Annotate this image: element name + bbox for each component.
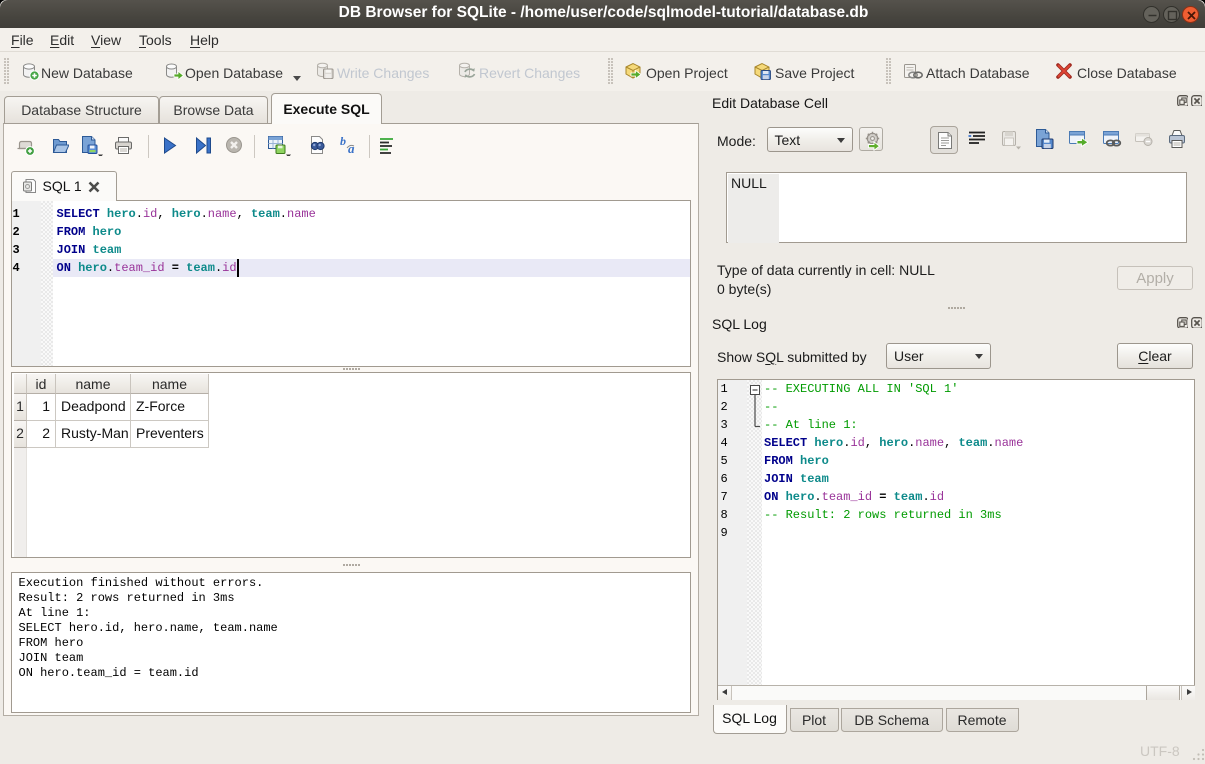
svg-text:a: a	[348, 141, 355, 156]
svg-text:b: b	[340, 135, 346, 148]
